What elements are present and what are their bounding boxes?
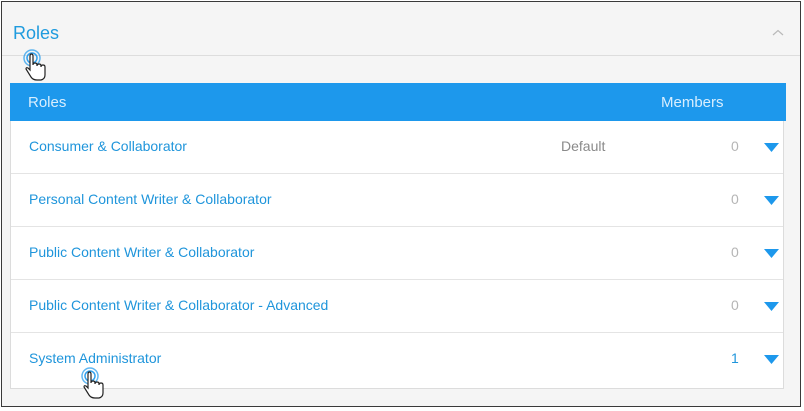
column-header-members[interactable]: Members [661, 94, 724, 111]
column-header-roles[interactable]: Roles [28, 94, 66, 111]
role-row-consumer-collaborator[interactable]: Consumer & Collaborator Default 0 [11, 121, 783, 174]
role-name[interactable]: Personal Content Writer & Collaborator [29, 191, 272, 207]
caret-down-icon[interactable] [764, 302, 779, 311]
panel-title[interactable]: Roles [13, 23, 59, 44]
role-name[interactable]: Public Content Writer & Collaborator [29, 244, 254, 260]
member-count: 0 [731, 138, 739, 154]
role-name[interactable]: Consumer & Collaborator [29, 138, 187, 154]
role-name[interactable]: Public Content Writer & Collaborator - A… [29, 297, 328, 313]
panel-header[interactable]: Roles [2, 2, 800, 56]
caret-down-icon[interactable] [764, 196, 779, 205]
role-name[interactable]: System Administrator [29, 350, 161, 366]
table-header: Roles Members [10, 83, 786, 121]
chevron-up-icon[interactable] [772, 28, 784, 38]
member-count: 1 [731, 350, 739, 366]
role-row-public-content-writer-advanced[interactable]: Public Content Writer & Collaborator - A… [11, 280, 783, 333]
role-row-personal-content-writer[interactable]: Personal Content Writer & Collaborator 0 [11, 174, 783, 227]
default-badge: Default [561, 138, 606, 154]
role-row-public-content-writer[interactable]: Public Content Writer & Collaborator 0 [11, 227, 783, 280]
caret-down-icon[interactable] [764, 249, 779, 258]
member-count: 0 [731, 297, 739, 313]
role-row-system-administrator[interactable]: System Administrator 1 [11, 333, 783, 386]
member-count: 0 [731, 191, 739, 207]
roles-panel: Roles Roles Members Consumer & Collabora… [1, 1, 801, 407]
caret-down-icon[interactable] [764, 143, 779, 152]
hand-pointer-icon [81, 367, 104, 399]
roles-table: Roles Members Consumer & Collaborator De… [10, 83, 786, 389]
caret-down-icon[interactable] [764, 355, 779, 364]
member-count: 0 [731, 244, 739, 260]
hand-pointer-icon [23, 49, 46, 81]
